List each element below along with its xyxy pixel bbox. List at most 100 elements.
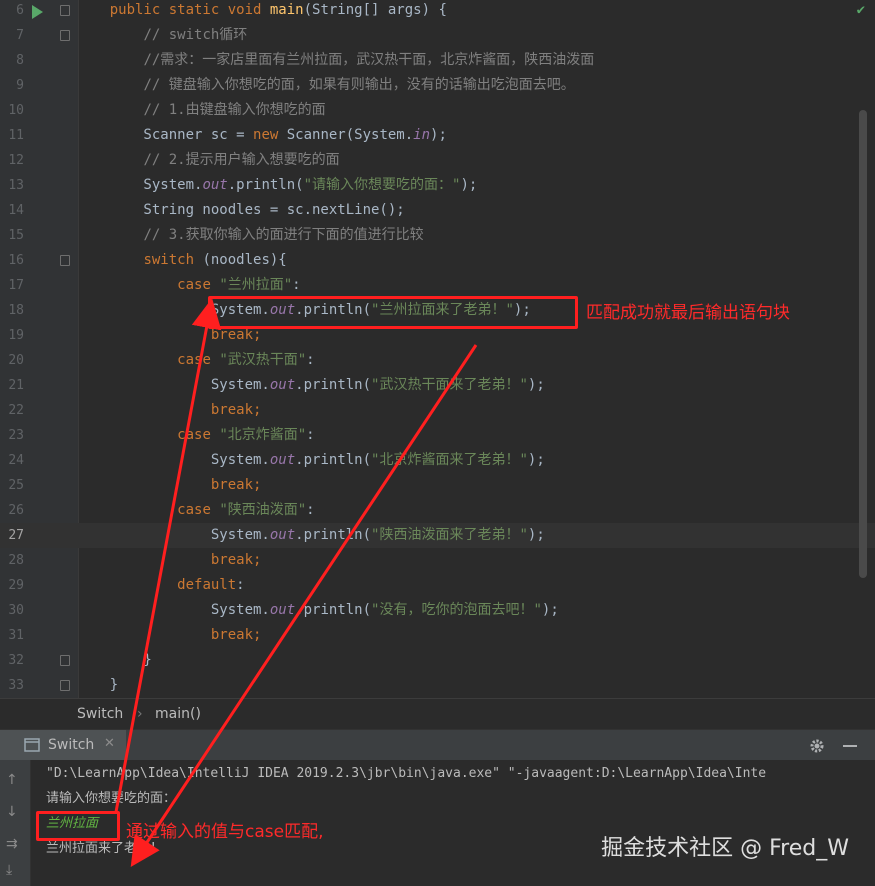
code-token: in <box>413 127 431 143</box>
code-token: break; <box>210 327 262 343</box>
code-line[interactable]: 28 break; <box>0 548 875 573</box>
annotation-match-note: 匹配成功就最后输出语句块 <box>586 303 790 323</box>
code-token: switch <box>143 252 203 268</box>
line-number: 26 <box>8 503 24 518</box>
code-token: : <box>236 577 245 593</box>
code-token: String noodles = sc.nextLine(); <box>76 202 405 218</box>
code-token: break; <box>210 552 262 568</box>
line-number: 33 <box>8 678 24 693</box>
code-line[interactable]: 7 // switch循环 <box>0 23 875 48</box>
code-line[interactable]: 15 // 3.获取你输入的面进行下面的值进行比较 <box>0 223 875 248</box>
minimize-icon[interactable] <box>843 745 857 747</box>
fold-marker-icon[interactable] <box>60 255 70 266</box>
scroll-to-end-icon[interactable]: ⤓ <box>6 862 12 878</box>
code-text: System.out.println("请输入你想要吃的面："); <box>76 173 477 198</box>
code-token: ); <box>460 177 478 193</box>
code-line[interactable]: 24 System.out.println("北京炸酱面来了老弟！"); <box>0 448 875 473</box>
line-number: 12 <box>8 153 24 168</box>
code-token: break; <box>210 402 262 418</box>
fold-marker-icon[interactable] <box>60 30 70 41</box>
code-token: // 1.由键盘输入你想吃的面 <box>143 102 326 118</box>
code-token: System. <box>76 377 270 393</box>
gear-icon[interactable] <box>809 738 825 754</box>
code-line[interactable]: 32 } <box>0 648 875 673</box>
code-line[interactable]: 8 //需求：一家店里面有兰州拉面，武汉热干面，北京炸酱面，陕西油泼面 <box>0 48 875 73</box>
code-token: .println( <box>295 377 372 393</box>
code-text: String noodles = sc.nextLine(); <box>76 198 405 223</box>
code-line[interactable]: 14 String noodles = sc.nextLine(); <box>0 198 875 223</box>
run-tab[interactable]: Switch ✕ <box>0 730 126 761</box>
code-line[interactable]: 12 // 2.提示用户输入想要吃的面 <box>0 148 875 173</box>
vertical-scrollbar[interactable] <box>859 110 867 578</box>
code-token: "陕西油泼面" <box>219 502 307 518</box>
check-icon: ✔ <box>856 2 865 18</box>
code-text: System.out.println("武汉热干面来了老弟！"); <box>76 373 545 398</box>
fold-marker-icon[interactable] <box>60 655 70 666</box>
code-text: break; <box>76 398 262 423</box>
breadcrumb-method[interactable]: main() <box>155 706 201 722</box>
code-token: case <box>177 352 220 368</box>
line-number: 32 <box>8 653 24 668</box>
fold-marker-icon[interactable] <box>60 5 70 16</box>
code-token: out <box>269 527 296 543</box>
code-line[interactable]: 23 case "北京炸酱面": <box>0 423 875 448</box>
code-line[interactable]: 20 case "武汉热干面": <box>0 348 875 373</box>
line-number: 7 <box>16 28 24 43</box>
code-token: Scanner(System. <box>286 127 414 143</box>
code-token: break; <box>210 627 262 643</box>
code-line[interactable]: 6 public static void main(String[] args)… <box>0 0 875 23</box>
code-token: out <box>269 377 296 393</box>
code-line[interactable]: 9 // 键盘输入你想吃的面，如果有则输出，没有的话输出吃泡面去吧。 <box>0 73 875 98</box>
code-token: "陕西油泼面来了老弟！" <box>371 527 528 543</box>
code-line[interactable]: 25 break; <box>0 473 875 498</box>
fold-marker-icon[interactable] <box>60 680 70 691</box>
run-toolbar: Switch ✕ <box>0 729 875 761</box>
code-token: // 3.获取你输入的面进行下面的值进行比较 <box>143 227 424 243</box>
code-text: // switch循环 <box>76 23 247 48</box>
up-arrow-icon[interactable]: ↑ <box>6 772 18 788</box>
code-line[interactable]: 16 switch (noodles){ <box>0 248 875 273</box>
code-line[interactable]: 26 case "陕西油泼面": <box>0 498 875 523</box>
code-line[interactable]: 11 Scanner sc = new Scanner(System.in); <box>0 123 875 148</box>
code-line[interactable]: 13 System.out.println("请输入你想要吃的面："); <box>0 173 875 198</box>
soft-wrap-icon[interactable]: ⇉ <box>6 836 18 852</box>
run-icon[interactable] <box>32 5 43 19</box>
code-editor[interactable]: 6 public static void main(String[] args)… <box>0 0 875 698</box>
code-token: .println( <box>295 527 372 543</box>
code-line[interactable]: 17 case "兰州拉面": <box>0 273 875 298</box>
line-number: 13 <box>8 178 24 193</box>
code-text: case "北京炸酱面": <box>76 423 314 448</box>
code-line[interactable]: 30 System.out.println("没有，吃你的泡面去吧！"); <box>0 598 875 623</box>
code-line[interactable]: 31 break; <box>0 623 875 648</box>
code-token: "请输入你想要吃的面：" <box>303 177 461 193</box>
code-token: System. <box>76 602 270 618</box>
highlight-box-println <box>208 296 578 329</box>
code-token: "北京炸酱面" <box>219 427 307 443</box>
code-token: System. <box>76 177 203 193</box>
code-line[interactable]: 27 System.out.println("陕西油泼面来了老弟！"); <box>0 523 875 548</box>
line-number: 11 <box>8 128 24 143</box>
code-line[interactable]: 21 System.out.println("武汉热干面来了老弟！"); <box>0 373 875 398</box>
line-number: 10 <box>8 103 24 118</box>
breadcrumb-class[interactable]: Switch <box>77 706 123 722</box>
code-text: // 键盘输入你想吃的面，如果有则输出，没有的话输出吃泡面去吧。 <box>76 73 574 98</box>
close-icon[interactable]: ✕ <box>104 736 115 751</box>
code-line[interactable]: 10 // 1.由键盘输入你想吃的面 <box>0 98 875 123</box>
line-number: 15 <box>8 228 24 243</box>
line-number: 9 <box>16 78 24 93</box>
line-number: 29 <box>8 578 24 593</box>
code-token: ); <box>527 527 545 543</box>
code-text: case "兰州拉面": <box>76 273 300 298</box>
code-line[interactable]: 29 default: <box>0 573 875 598</box>
line-number: 8 <box>16 53 24 68</box>
code-line[interactable]: 33 } <box>0 673 875 698</box>
code-text: // 3.获取你输入的面进行下面的值进行比较 <box>76 223 424 248</box>
down-arrow-icon[interactable]: ↓ <box>6 804 18 820</box>
code-line[interactable]: 22 break; <box>0 398 875 423</box>
